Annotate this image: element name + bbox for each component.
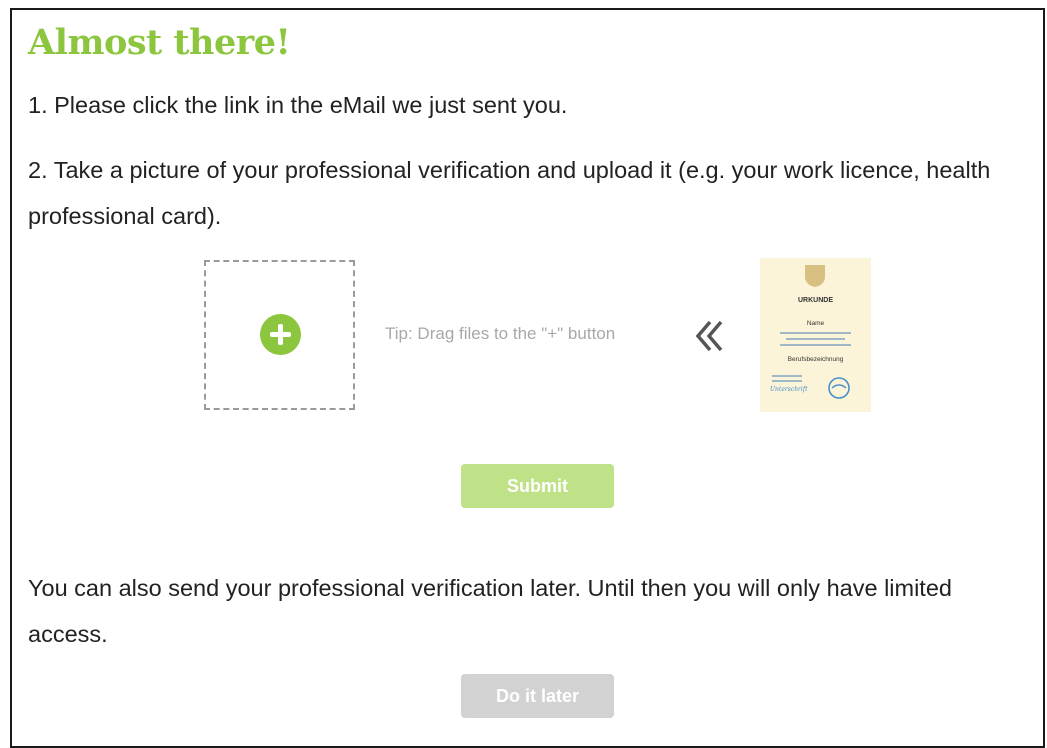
step-1-text: 1. Please click the link in the eMail we… bbox=[28, 92, 568, 118]
double-chevron-left-icon bbox=[695, 320, 723, 352]
verification-panel: Almost there! 1. Please click the link i… bbox=[10, 8, 1045, 748]
certificate-stamp-icon bbox=[828, 377, 850, 399]
later-info-text: You can also send your professional veri… bbox=[28, 575, 952, 647]
submit-button[interactable]: Submit bbox=[461, 464, 614, 508]
drag-tip: Tip: Drag files to the "+" button bbox=[385, 324, 616, 343]
do-it-later-button[interactable]: Do it later bbox=[461, 674, 614, 718]
certificate-line bbox=[780, 344, 851, 346]
certificate-name-label: Name bbox=[806, 320, 825, 327]
page-title: Almost there! bbox=[28, 22, 291, 63]
step-2-text: 2. Take a picture of your professional v… bbox=[28, 157, 991, 229]
certificate-line bbox=[786, 338, 845, 340]
certificate-seal-icon bbox=[805, 265, 825, 287]
certificate-example-image: URKUNDE Name Berufsbezeichnung Unterschr… bbox=[760, 258, 871, 412]
certificate-line bbox=[772, 380, 802, 382]
certificate-job-label: Berufsbezeichnung bbox=[787, 356, 844, 363]
certificate-line bbox=[780, 332, 851, 334]
plus-circle-icon[interactable] bbox=[260, 314, 301, 355]
certificate-line bbox=[772, 375, 802, 377]
certificate-heading: URKUNDE bbox=[798, 297, 833, 304]
certificate-signature: Unterschrift bbox=[770, 386, 808, 393]
upload-dropzone[interactable] bbox=[204, 260, 355, 410]
